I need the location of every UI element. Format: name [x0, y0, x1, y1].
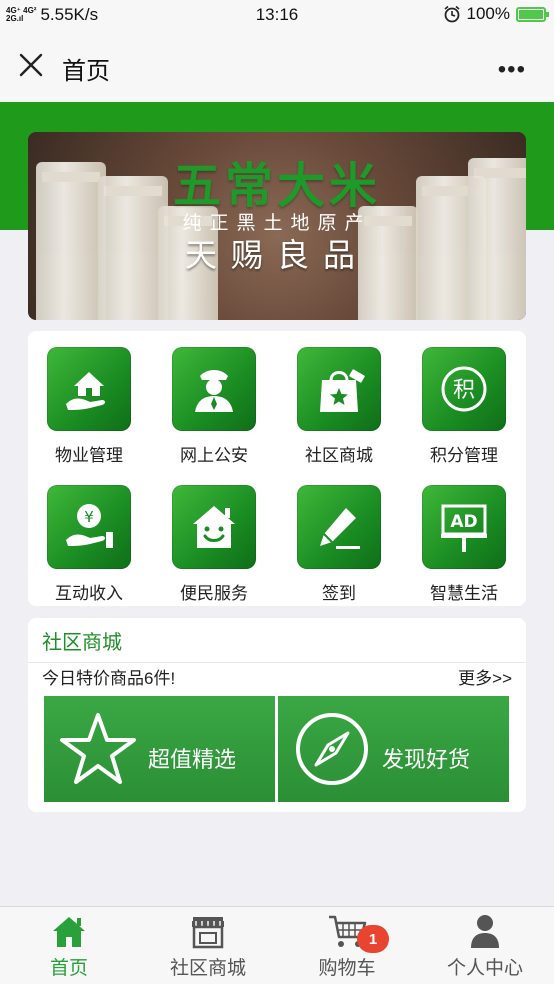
grid-label: 便民服务	[180, 584, 248, 603]
grid-label: 智慧生活	[430, 584, 498, 603]
grid-item-property[interactable]: 物业管理	[39, 347, 139, 466]
svg-text:AD: AD	[450, 512, 477, 532]
promo-label: 发现好货	[382, 747, 471, 772]
tab-community-mall[interactable]: 社区商城	[148, 913, 268, 980]
grid-label: 积分管理	[430, 446, 498, 465]
grid-item-police[interactable]: 网上公安	[164, 347, 264, 466]
community-mall-section: 社区商城 今日特价商品6件! 更多>> 超值精选 发现好货	[28, 618, 526, 812]
star-outline-icon	[60, 713, 136, 784]
promo-banner[interactable]: 五常大米 纯正黑土地原产 天赐良品	[28, 132, 526, 320]
promo-label: 超值精选	[148, 747, 237, 772]
close-icon[interactable]	[18, 52, 44, 78]
more-menu-button[interactable]: •••	[498, 56, 526, 84]
grid-label: 签到	[322, 584, 356, 603]
home-icon	[53, 917, 85, 947]
grid-item-income[interactable]: ¥ 互动收入	[39, 485, 139, 604]
pencil-icon	[320, 508, 360, 549]
banner-slogan: 天赐良品	[184, 237, 369, 273]
grid-label: 物业管理	[55, 446, 123, 465]
grid-label: 互动收入	[55, 584, 123, 603]
bottom-tab-bar: 首页 社区商城 1 购物车 个人中心	[0, 906, 554, 984]
promo-discover-button[interactable]: 发现好货	[278, 696, 509, 802]
page-title: 首页	[62, 58, 110, 85]
navigation-bar: 首页 •••	[0, 30, 554, 102]
promo-selected-button[interactable]: 超值精选	[44, 696, 275, 802]
divider	[28, 662, 526, 663]
grid-item-mall[interactable]: 社区商城	[289, 347, 389, 466]
alarm-clock-icon	[444, 5, 460, 23]
grid-item-points[interactable]: 积 积分管理	[414, 347, 514, 466]
house-hand-icon	[66, 372, 105, 410]
service-grid: 物业管理 网上公安 社区商城 积 积分管理 ¥ 互动收入 便民服务 签到 AD …	[28, 331, 526, 606]
grid-item-service[interactable]: 便民服务	[164, 485, 264, 604]
tab-home[interactable]: 首页	[9, 913, 129, 980]
grid-label: 网上公安	[180, 446, 248, 465]
tab-cart[interactable]: 1 购物车	[287, 913, 407, 980]
status-bar: 4G⁺ 4G² 2G.ıl 5.55K/s 13:16 100%	[0, 0, 554, 30]
grid-item-signin[interactable]: 签到	[289, 485, 389, 604]
tab-label: 首页	[49, 958, 88, 979]
battery-percent: 100%	[466, 4, 510, 23]
store-icon	[192, 917, 224, 949]
section-title: 社区商城	[42, 632, 122, 654]
more-link[interactable]: 更多>>	[458, 664, 512, 689]
banner-title: 五常大米	[172, 160, 381, 213]
police-icon	[195, 370, 233, 412]
person-icon	[471, 915, 499, 948]
tab-label: 个人中心	[446, 958, 523, 979]
shopping-bag-star-icon	[320, 369, 365, 412]
tab-label: 社区商城	[169, 958, 246, 979]
battery-charging-icon	[516, 6, 549, 22]
tab-profile[interactable]: 个人中心	[425, 913, 545, 980]
smile-house-icon	[193, 506, 235, 548]
grid-item-smart-life[interactable]: AD 智慧生活	[414, 485, 514, 604]
money-hand-icon: ¥	[66, 504, 113, 548]
special-offer-text: 今日特价商品6件!	[42, 669, 176, 688]
svg-text:¥: ¥	[84, 508, 94, 526]
tab-label: 购物车	[318, 958, 376, 979]
svg-text:积: 积	[453, 378, 475, 403]
points-icon: 积	[441, 366, 487, 412]
compass-icon	[296, 713, 368, 785]
ad-board-icon: AD	[441, 504, 487, 552]
cart-badge: 1	[357, 925, 389, 953]
grid-label: 社区商城	[305, 446, 373, 465]
